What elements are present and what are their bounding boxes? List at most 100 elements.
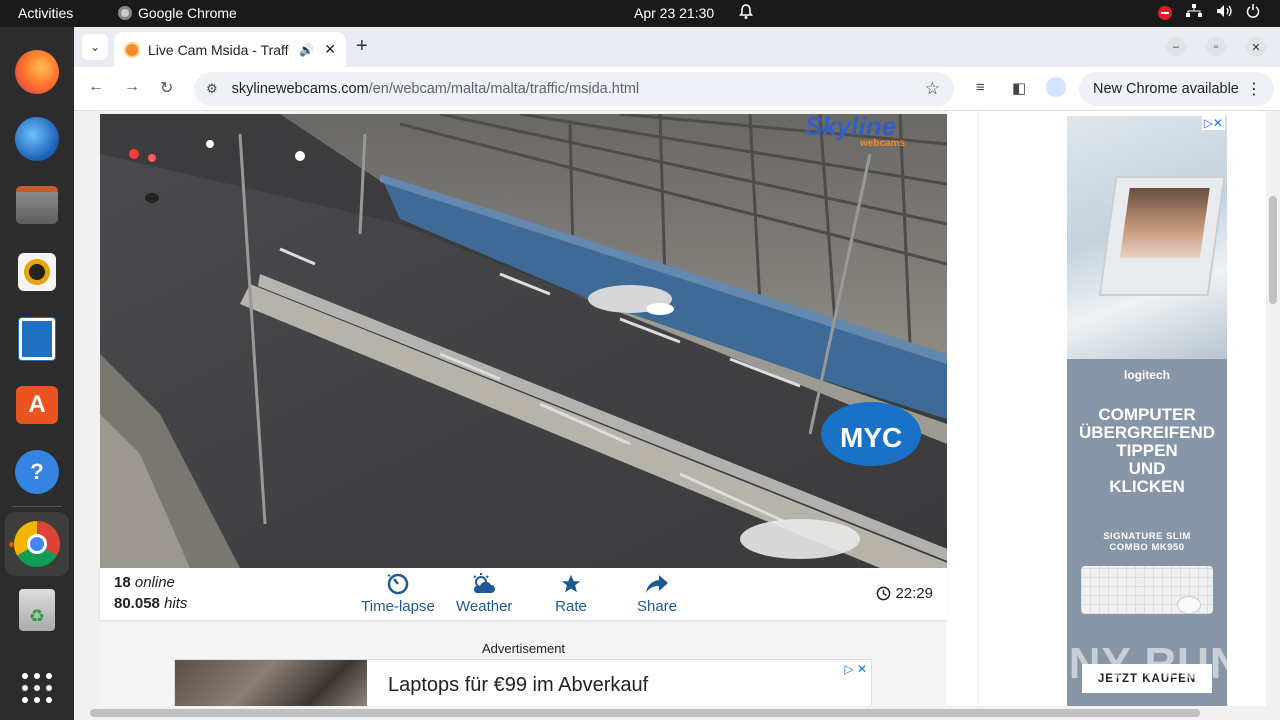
weather-button[interactable]: Weather — [456, 570, 512, 615]
timelapse-button[interactable]: Time-lapse — [361, 570, 435, 615]
share-label: Share — [636, 598, 678, 615]
chrome-icon — [14, 520, 60, 567]
back-button[interactable]: ← — [88, 78, 104, 96]
forward-button[interactable]: → — [124, 78, 140, 96]
url-path: /en/webcam/malta/malta/traffic/msida.htm… — [368, 81, 640, 97]
close-window-button[interactable]: ✕ — [1246, 37, 1266, 57]
ubuntu-dock: A ? ♻ — [0, 27, 74, 720]
app-menu[interactable]: Google Chrome — [118, 5, 237, 21]
dock-files[interactable] — [5, 173, 69, 237]
weather-label: Weather — [456, 598, 513, 615]
profile-avatar-icon[interactable] — [1046, 77, 1066, 103]
dock-rhythmbox[interactable] — [5, 240, 69, 304]
ad-headline: COMPUTER ÜBERGREIFEND TIPPEN UND KLICKEN — [1067, 406, 1227, 496]
side-panel-icon[interactable]: ◧ — [1012, 79, 1026, 97]
rate-label: Rate — [555, 598, 587, 615]
tab-title: Live Cam Msida - Traffi — [148, 41, 290, 58]
ad-photo — [1067, 116, 1227, 359]
help-icon: ? — [15, 450, 59, 495]
dock-separator — [12, 505, 62, 507]
dock-trash[interactable]: ♻ — [5, 579, 69, 643]
volume-icon[interactable] — [1216, 4, 1232, 21]
site-info-icon[interactable]: ⚙ — [206, 81, 218, 97]
chrome-window: ⌄ Live Cam Msida - Traffi 🔊 ✕ + – ▫ ✕ ← … — [74, 27, 1280, 720]
share-icon — [636, 570, 678, 598]
headline-line: COMPUTER — [1098, 405, 1196, 424]
hits-count: 80.058 — [114, 595, 160, 612]
app-name-label: Google Chrome — [138, 5, 237, 21]
dock-software[interactable]: A — [5, 374, 69, 438]
tab-search-button[interactable]: ⌄ — [82, 34, 108, 60]
clock[interactable]: Apr 23 21:30 — [634, 5, 714, 21]
power-icon[interactable] — [1246, 4, 1260, 21]
network-icon[interactable] — [1186, 4, 1202, 21]
dock-show-apps[interactable] — [5, 656, 69, 720]
recording-indicator-icon[interactable] — [1158, 5, 1172, 20]
share-button[interactable]: Share — [636, 570, 678, 615]
dock-help[interactable]: ? — [5, 440, 69, 504]
mouse-image — [1177, 596, 1201, 614]
hits-label: hits — [164, 595, 188, 612]
new-chrome-available-button[interactable]: New Chrome available ⋮ — [1079, 72, 1274, 106]
browser-toolbar: ← → ↻ ⚙ skylinewebcams.com /en/webcam/ma… — [74, 67, 1280, 111]
horizontal-scrollbar[interactable] — [74, 706, 1280, 720]
chrome-menu-icon[interactable]: ⋮ — [1246, 79, 1262, 99]
notification-bell-icon — [738, 4, 754, 23]
bookmark-star-icon[interactable]: ☆ — [925, 79, 940, 99]
headline-line: KLICKEN — [1109, 477, 1185, 496]
webcam-stream[interactable]: Skyline webcams MYC — [100, 114, 947, 568]
url-host: skylinewebcams.com — [231, 81, 369, 97]
running-indicator — [9, 541, 14, 547]
page-viewport: Skyline webcams MYC 18 online 80.058 hit… — [74, 111, 1280, 720]
thunderbird-icon — [15, 116, 59, 161]
adchoices-icon[interactable]: ▷ ✕ — [844, 662, 867, 676]
clock-icon — [877, 586, 891, 601]
skyline-logo-sub: webcams — [859, 138, 905, 149]
webcam-info-bar: 18 online 80.058 hits Time-lapse Weather — [100, 568, 947, 620]
rate-button[interactable]: Rate — [553, 570, 589, 615]
dock-firefox[interactable] — [5, 40, 69, 104]
headline-line: ÜBERGREIFEND — [1078, 423, 1215, 442]
page-left-margin — [74, 111, 100, 720]
active-tab[interactable]: Live Cam Msida - Traffi 🔊 ✕ — [114, 32, 346, 67]
app-grid-icon — [22, 673, 52, 704]
dock-writer[interactable] — [5, 307, 69, 371]
headline-line: TIPPEN — [1116, 441, 1178, 460]
app-center-icon: A — [16, 386, 58, 425]
hits-stat: 80.058 hits — [114, 595, 187, 612]
dock-thunderbird[interactable] — [5, 107, 69, 171]
tab-close-icon[interactable]: ✕ — [324, 41, 336, 58]
tab-strip: ⌄ Live Cam Msida - Traffi 🔊 ✕ + – ▫ ✕ — [74, 27, 1280, 67]
gnome-top-bar: Activities Google Chrome Apr 23 21:30 — [0, 0, 1280, 27]
laptop-ad-headline: Laptops für €99 im Abverkauf — [388, 674, 649, 696]
files-icon — [16, 186, 58, 225]
trash-icon: ♻ — [19, 589, 55, 632]
address-bar[interactable]: ⚙ skylinewebcams.com /en/webcam/malta/ma… — [194, 72, 954, 106]
headline-line: UND — [1128, 459, 1166, 478]
timelapse-label: Time-lapse — [361, 598, 435, 615]
media-control-icon[interactable]: ≡ — [976, 79, 985, 96]
minimize-button[interactable]: – — [1166, 37, 1186, 57]
activities-button[interactable]: Activities — [18, 5, 73, 21]
maximize-button[interactable]: ▫ — [1206, 37, 1226, 57]
horizontal-scroll-thumb[interactable] — [90, 709, 1200, 717]
rhythmbox-icon — [18, 252, 56, 291]
online-label: online — [134, 574, 175, 591]
local-time: 22:29 — [876, 585, 933, 602]
firefox-icon — [15, 49, 59, 94]
update-label: New Chrome available — [1093, 81, 1239, 97]
webcam-frame: Skyline webcams MYC — [100, 114, 947, 568]
timelapse-icon — [361, 570, 435, 598]
vertical-scrollbar[interactable] — [1266, 111, 1280, 720]
dock-chrome[interactable] — [5, 511, 69, 576]
tab-audio-icon[interactable]: 🔊 — [299, 43, 314, 57]
new-tab-button[interactable]: + — [356, 35, 368, 58]
reload-button[interactable]: ↻ — [160, 78, 173, 98]
adchoices-side-icon[interactable]: ▷✕ — [1201, 116, 1225, 130]
product-name: SIGNATURE SLIM COMBO MK950 — [1067, 531, 1227, 553]
vertical-scroll-thumb[interactable] — [1269, 196, 1277, 304]
logitech-brand: logitech — [1123, 368, 1170, 382]
local-time-value: 22:29 — [895, 585, 933, 602]
logitech-side-ad[interactable]: ▷✕ logitech COMPUTER ÜBERGREIFEND TIPPEN… — [1067, 116, 1227, 716]
skyline-logo: Skyline — [805, 114, 896, 141]
